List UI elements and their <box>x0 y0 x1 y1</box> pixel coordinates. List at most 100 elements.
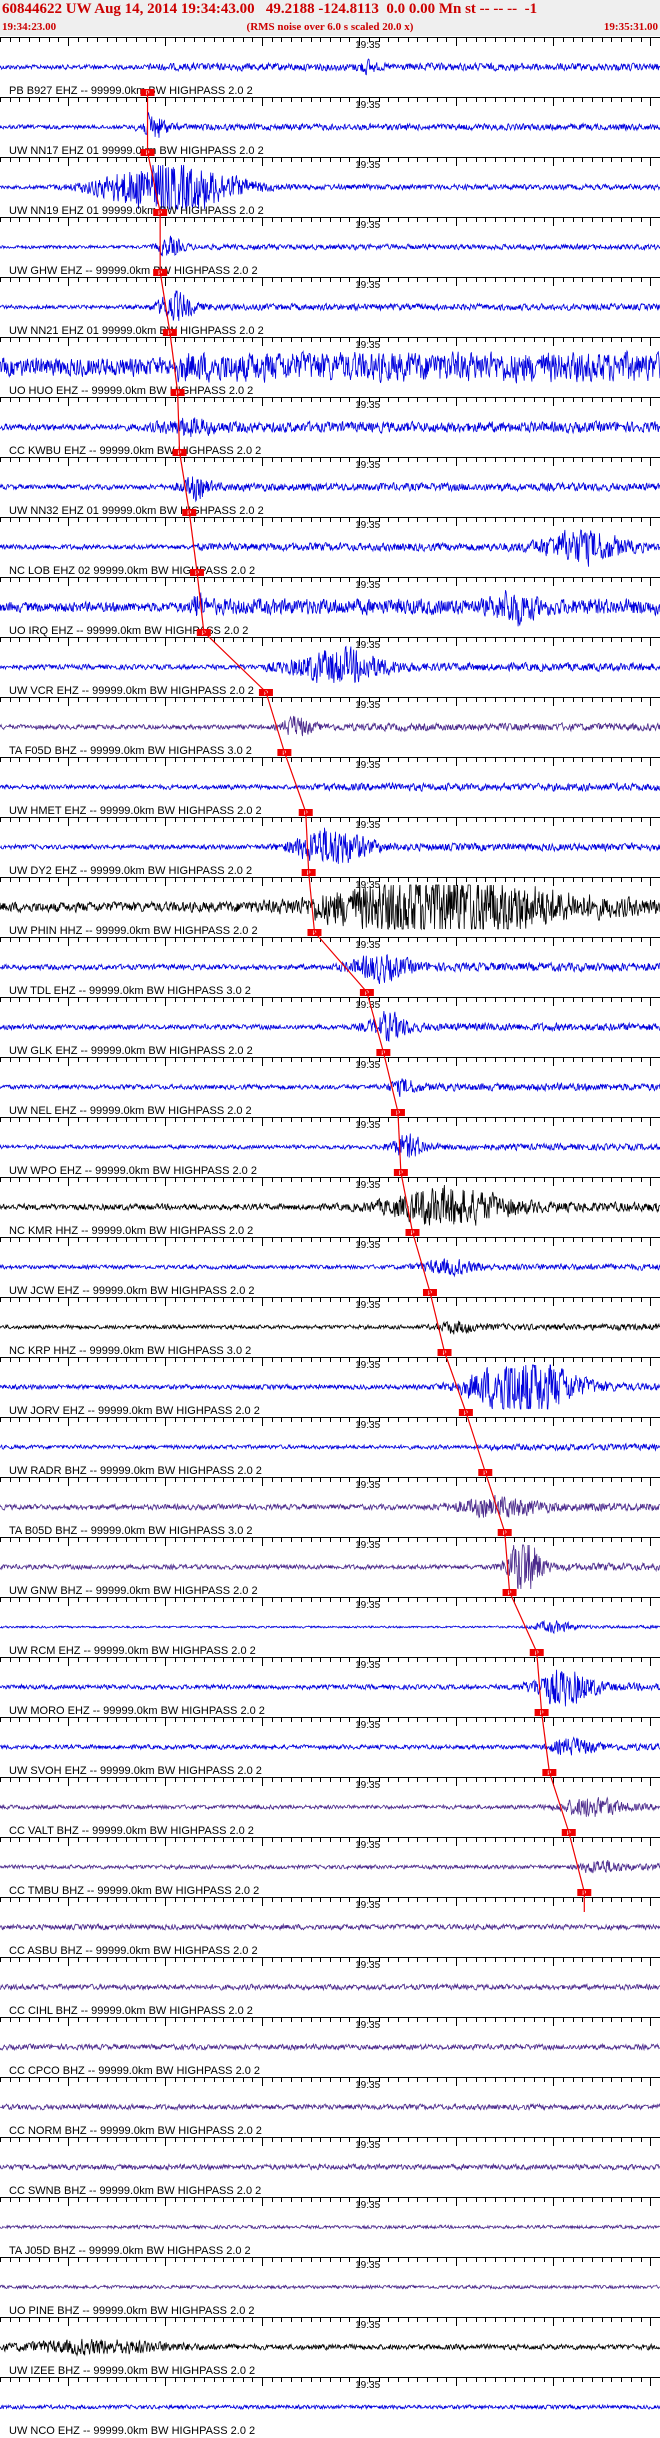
trace-row: 19:35 UW SVOH EHZ -- 99999.0km BW HIGHPAS… <box>0 1717 660 1777</box>
waveform-trace <box>0 590 660 627</box>
waveform-trace <box>0 1494 660 1519</box>
pick-moveout-line <box>548 1771 570 1833</box>
waveform-trace <box>0 164 660 210</box>
waveform-trace <box>0 1736 660 1756</box>
waveform-trace <box>0 1364 660 1410</box>
trace-label: UW IZEE BHZ -- 99999.0km BW HIGHPASS 2.0… <box>9 2365 255 2377</box>
seismogram-plot: 19:35 PB B927 EHZ -- 99999.0km BW HIGHPAS… <box>0 37 660 2437</box>
trace-row: 19:35 UW NN32 EHZ 01 99999.0km BW HIGHPAS… <box>0 457 660 517</box>
trace-label: TA B05D BHZ -- 99999.0km BW HIGHPASS 3.0… <box>9 1525 253 1537</box>
trace-row: 19:35 TA B05D BHZ -- 99999.0km BW HIGHPAS… <box>0 1477 660 1537</box>
trace-label: UW VCR EHZ -- 99999.0km BW HIGHPASS 2.0 … <box>9 685 254 697</box>
waveform-trace <box>0 1184 660 1226</box>
waveform-trace <box>0 1544 660 1590</box>
trace-row: 19:35 UW VCR EHZ -- 99999.0km BW HIGHPASS… <box>0 637 660 697</box>
waveform-trace <box>0 715 660 737</box>
waveform-trace <box>0 476 660 503</box>
trace-row: 19:35 UO IRQ EHZ -- 99999.0km BW HIGHPASS… <box>0 577 660 637</box>
trace-row: 19:35 CC TMBU BHZ -- 99999.0km BW HIGHPAS… <box>0 1837 660 1897</box>
minute-mark-label: 19:35 <box>355 160 380 171</box>
trace-row: 19:35 UW PHIN HHZ -- 99999.0km BW HIGHPAS… <box>0 877 660 937</box>
trace-row: 19:35 UW TDL EHZ -- 99999.0km BW HIGHPASS… <box>0 937 660 997</box>
trace-row: 19:35 UW RCM EHZ -- 99999.0km BW HIGHPASS… <box>0 1597 660 1657</box>
trace-label: CC CPCO BHZ -- 99999.0km BW HIGHPASS 2.0… <box>9 2065 260 2077</box>
minute-mark-label: 19:35 <box>355 1480 380 1491</box>
trace-label: UW JORV EHZ -- 99999.0km BW HIGHPASS 2.0… <box>9 1405 260 1417</box>
waveform-trace <box>0 58 660 76</box>
waveform-trace <box>0 884 660 931</box>
trace-label: UO IRQ EHZ -- 99999.0km BW HIGHPASS 2.0 … <box>9 625 248 637</box>
minute-mark-label: 19:35 <box>355 1420 380 1431</box>
minute-mark-label: 19:35 <box>355 940 380 951</box>
trace-row: 19:35 CC NORM BHZ -- 99999.0km BW HIGHPAS… <box>0 2077 660 2137</box>
waveform-trace <box>0 2403 660 2411</box>
minute-mark-label: 19:35 <box>355 400 380 411</box>
trace-label: UW SVOH EHZ -- 99999.0km BW HIGHPASS 2.0… <box>9 1765 262 1777</box>
waveform-trace <box>0 2042 660 2052</box>
trace-label: UW RADR BHZ -- 99999.0km BW HIGHPASS 2.0… <box>9 1465 262 1477</box>
trace-label: UW NN21 EHZ 01 99999.0km BW HIGHPASS 2.0… <box>9 325 264 337</box>
waveform-trace <box>0 1320 660 1335</box>
waveform-trace <box>0 1982 660 1992</box>
waveform-trace <box>0 1922 660 1932</box>
trace-label: CC VALT BHZ -- 99999.0km BW HIGHPASS 2.0… <box>9 1825 254 1837</box>
trace-label: UW GHW EHZ -- 99999.0km BW HIGHPASS 2.0 … <box>9 265 258 277</box>
waveform-trace <box>0 1133 660 1158</box>
waveform-trace <box>0 349 660 384</box>
trace-label: UW NN32 EHZ 01 99999.0km BW HIGHPASS 2.0… <box>9 505 264 517</box>
trace-row: 19:35 CC SWNB BHZ -- 99999.0km BW HIGHPAS… <box>0 2137 660 2197</box>
minute-mark-label: 19:35 <box>355 1900 380 1911</box>
rms-note: (RMS noise over 6.0 s scaled 20.0 x) <box>246 21 414 33</box>
pick-moveout-line <box>568 1831 585 1893</box>
trace-label: CC TMBU BHZ -- 99999.0km BW HIGHPASS 2.0… <box>9 1885 259 1897</box>
waveform-trace <box>0 954 660 985</box>
waveform-trace <box>0 645 660 684</box>
trace-row: 19:35 UW JORV EHZ -- 99999.0km BW HIGHPAS… <box>0 1357 660 1417</box>
minute-mark-label: 19:35 <box>355 1780 380 1791</box>
trace-row: 19:35 UW WPO EHZ -- 99999.0km BW HIGHPASS… <box>0 1117 660 1177</box>
waveform-trace <box>0 1669 660 1707</box>
waveform-trace <box>0 1619 660 1635</box>
trace-label: CC ASBU BHZ -- 99999.0km BW HIGHPASS 2.0… <box>9 1945 258 1957</box>
plot-header: 60844622 UW Aug 14, 2014 19:34:43.00 49.… <box>0 0 660 36</box>
minute-mark-label: 19:35 <box>355 700 380 711</box>
trace-row: 19:35 UW NEL EHZ -- 99999.0km BW HIGHPASS… <box>0 1057 660 1117</box>
trace-row: 19:35 UW RADR BHZ -- 99999.0km BW HIGHPAS… <box>0 1417 660 1477</box>
minute-mark-label: 19:35 <box>355 40 380 51</box>
minute-mark-label: 19:35 <box>355 220 380 231</box>
trace-row: 19:35 UW DY2 EHZ -- 99999.0km BW HIGHPASS… <box>0 817 660 877</box>
trace-label: UW NEL EHZ -- 99999.0km BW HIGHPASS 2.0 … <box>9 1105 252 1117</box>
trace-row: 19:35 PB B927 EHZ -- 99999.0km BW HIGHPAS… <box>0 37 660 97</box>
trace-row: 19:35 UW JCW EHZ -- 99999.0km BW HIGHPASS… <box>0 1237 660 1297</box>
trace-label: UW MORO EHZ -- 99999.0km BW HIGHPASS 2.0… <box>9 1705 265 1717</box>
minute-mark-label: 19:35 <box>355 1660 380 1671</box>
end-time-label: 19:35:31.00 <box>603 21 658 33</box>
minute-mark-label: 19:35 <box>355 2320 380 2331</box>
trace-label: NC KMR HHZ -- 99999.0km BW HIGHPASS 2.0 … <box>9 1225 253 1237</box>
minute-mark-label: 19:35 <box>355 2260 380 2271</box>
trace-row: 19:35 UW GHW EHZ -- 99999.0km BW HIGHPASS… <box>0 217 660 277</box>
event-title: 60844622 UW Aug 14, 2014 19:34:43.00 49.… <box>2 1 538 17</box>
trace-row: 19:35 NC KMR HHZ -- 99999.0km BW HIGHPASS… <box>0 1177 660 1237</box>
trace-row: 19:35 UW NN21 EHZ 01 99999.0km BW HIGHPAS… <box>0 277 660 337</box>
trace-label: UW TDL EHZ -- 99999.0km BW HIGHPASS 3.0 … <box>9 985 251 997</box>
waveform-trace <box>0 2284 660 2290</box>
waveform-trace <box>0 1258 660 1278</box>
trace-row: 19:35 UW GLK EHZ -- 99999.0km BW HIGHPASS… <box>0 997 660 1057</box>
pick-moveout-line <box>443 1351 467 1413</box>
trace-label: UW GNW BHZ -- 99999.0km BW HIGHPASS 2.0 … <box>9 1585 258 1597</box>
minute-mark-label: 19:35 <box>355 1540 380 1551</box>
trace-label: NC KRP HHZ -- 99999.0km BW HIGHPASS 3.0 … <box>9 1345 251 1357</box>
trace-label: UO PINE BHZ -- 99999.0km BW HIGHPASS 2.0… <box>9 2305 255 2317</box>
waveform-trace <box>0 1010 660 1042</box>
minute-mark-label: 19:35 <box>355 1180 380 1191</box>
trace-row: 19:35 TA J05D BHZ -- 99999.0km BW HIGHPAS… <box>0 2197 660 2257</box>
trace-row: 19:35 UW MORO EHZ -- 99999.0km BW HIGHPAS… <box>0 1657 660 1717</box>
waveform-trace <box>0 112 660 138</box>
trace-row: 19:35 UW NCO EHZ -- 99999.0km BW HIGHPASS… <box>0 2377 660 2437</box>
minute-mark-label: 19:35 <box>355 880 380 891</box>
minute-mark-label: 19:35 <box>355 2080 380 2091</box>
waveform-trace <box>0 290 660 321</box>
waveform-trace <box>0 2102 660 2112</box>
minute-mark-label: 19:35 <box>355 100 380 111</box>
